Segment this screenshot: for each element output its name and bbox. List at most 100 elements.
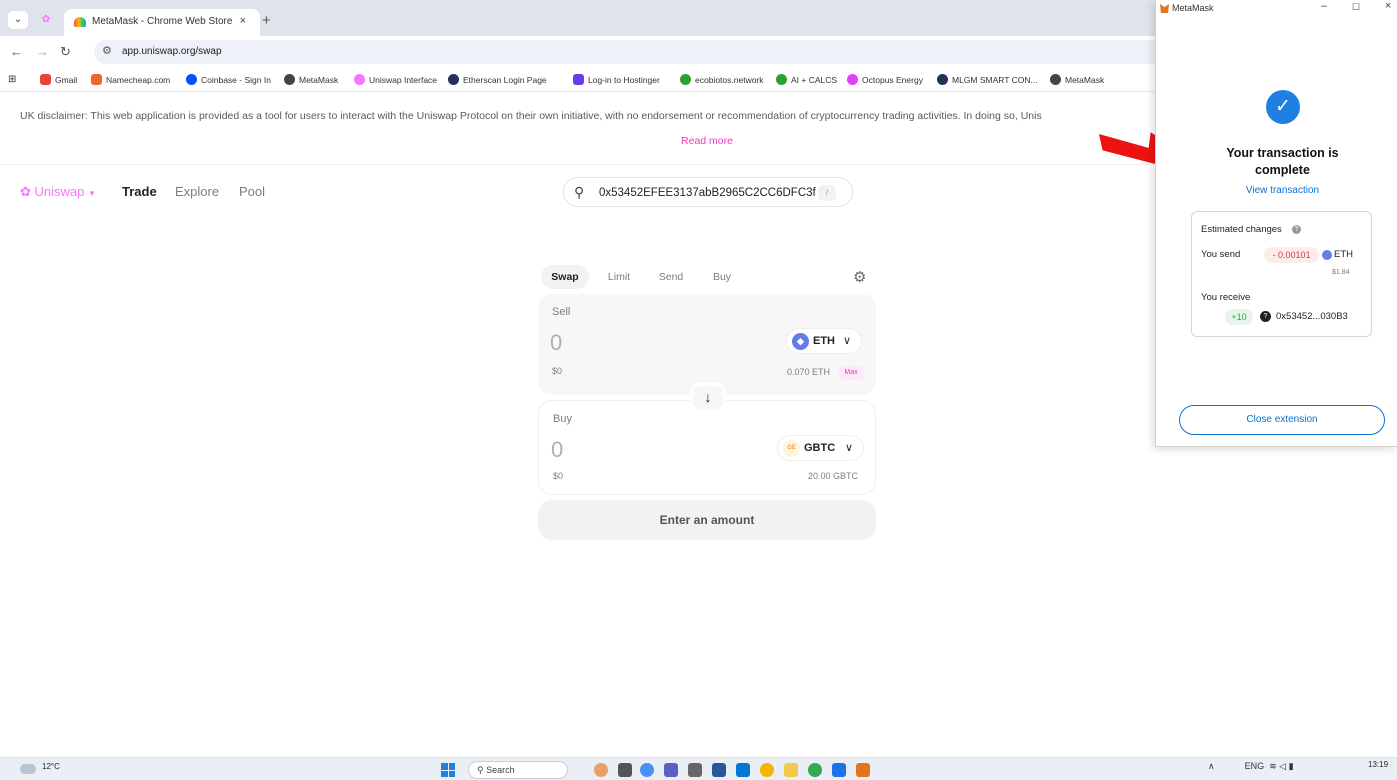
uniswap-tab-icon[interactable]: ✿ [36,11,56,29]
tab-search-dropdown-icon[interactable]: ⌄ [8,11,28,29]
outlook-icon[interactable] [736,763,750,777]
hostinger-icon [573,74,584,85]
view-transaction-link[interactable]: View transaction [1156,185,1397,196]
nav-pool[interactable]: Pool [239,184,265,199]
estimated-changes-title: Estimated changes [1201,224,1282,235]
sell-amount-input[interactable]: 0 [550,330,562,356]
search-icon: ⚲ [574,184,585,200]
ethereum-icon: ◆ [792,333,809,350]
gbtc-token-icon: GE [783,440,800,457]
nav-trade[interactable]: Trade [122,184,157,199]
new-tab-button[interactable]: + [262,12,271,29]
bookmark-hostinger[interactable]: Log-in to Hostinger [573,74,660,85]
buy-balance: 20.00 GBTC [808,471,859,481]
token-search-input[interactable]: ⚲ 0x53452EFEE3137abB2965C2CC6DFC3f / [563,177,853,207]
bookmark-namecheap[interactable]: Namecheap.com [91,74,170,85]
buy-token-symbol: GBTC [804,442,836,454]
app-icon-2[interactable] [832,763,846,777]
tab-send[interactable]: Send [652,265,690,289]
minimize-icon[interactable]: – [1321,0,1327,12]
tab-swap[interactable]: Swap [541,265,589,289]
nav-explore[interactable]: Explore [175,184,219,199]
bookmark-etherscan[interactable]: Etherscan Login Page [448,74,547,85]
bookmark-uniswap[interactable]: Uniswap Interface [354,74,437,85]
you-receive-label: You receive [1201,292,1251,303]
maximize-icon[interactable]: ☐ [1352,2,1360,13]
metamask-fox-icon [1160,4,1169,13]
etherscan-icon [448,74,459,85]
search-value[interactable]: 0x53452EFEE3137abB2965C2CC6DFC3f [599,187,816,199]
sell-token-selector[interactable]: ◆ ETH ∨ [786,328,862,354]
clock[interactable]: 13:19 [1368,760,1388,769]
bookmark-gmail[interactable]: Gmail [40,74,77,85]
bookmark-ecobiotos[interactable]: ecobiotos.network [680,74,764,85]
teams-icon[interactable] [664,763,678,777]
uniswap-icon [354,74,365,85]
tab-metamask-store[interactable]: MetaMask - Chrome Web Store × [64,9,260,36]
close-icon[interactable]: × [1385,0,1391,12]
word-icon[interactable] [712,763,726,777]
bookmark-mlgm[interactable]: MLGM SMART CON... [937,74,1038,85]
uk-disclaimer: UK disclaimer: This web application is p… [20,110,1042,122]
leaf-icon [680,74,691,85]
metamask-taskbar-icon[interactable] [856,763,870,777]
shortcut-key-badge: / [818,185,836,201]
globe-icon [284,74,295,85]
apps-grid-icon[interactable]: ⊞ [8,74,16,85]
reload-icon[interactable]: ↻ [60,44,71,60]
buy-token-selector[interactable]: GE GBTC ∨ [777,435,864,461]
file-explorer-icon[interactable] [784,763,798,777]
metamask-window-title: MetaMask [1172,3,1214,13]
task-view-icon[interactable] [618,763,632,777]
copilot-icon[interactable] [594,763,608,777]
metamask-titlebar: MetaMask – ☐ × [1156,0,1397,18]
taskbar-search[interactable]: ⚲ Search [468,761,568,779]
bookmark-octopus[interactable]: Octopus Energy [847,74,923,85]
sell-label: Sell [552,306,571,318]
info-icon[interactable]: ? [1292,225,1301,234]
buy-amount-input[interactable]: 0 [551,437,563,463]
gear-icon[interactable]: ⚙ [853,268,866,286]
estimated-changes-box: Estimated changes ? You send - 0.00101 E… [1191,211,1372,337]
max-button[interactable]: Max [838,366,864,380]
language-indicator[interactable]: ENG [1245,761,1265,771]
wifi-volume-battery-icons[interactable]: ≋ ◁ ▮ [1269,761,1293,771]
bookmark-metamask[interactable]: MetaMask [284,74,338,85]
tab-limit[interactable]: Limit [600,265,638,289]
chrome-icon[interactable] [808,763,822,777]
transaction-complete-heading: Your transaction is complete [1226,146,1339,177]
chevron-down-icon: ∨ [844,442,853,454]
unknown-token-icon: ? [1260,311,1271,322]
bookmark-metamask-2[interactable]: MetaMask [1050,74,1104,85]
close-extension-button[interactable]: Close extension [1179,405,1385,435]
system-tray[interactable]: ∧ ENG ≋ ◁ ▮ [1208,761,1294,772]
edge-icon[interactable] [640,763,654,777]
back-icon[interactable]: ← [10,44,23,59]
windows-start-icon[interactable] [441,763,455,777]
metamask-popup: MetaMask – ☐ × ✓ Your transaction is com… [1155,0,1397,447]
app-icon[interactable] [760,763,774,777]
address-bar[interactable]: ⚙ app.uniswap.org/swap [94,40,1214,64]
sell-panel: Sell 0 $0 ◆ ETH ∨ 0.070 ETH [538,294,876,395]
buy-panel: Buy 0 $0 GE GBTC ∨ 20.00 GBTC [538,400,876,495]
tab-close-icon[interactable]: × [240,15,246,27]
leaf-icon [776,74,787,85]
receive-amount-badge: +10 [1225,309,1253,325]
cloud-icon[interactable] [20,764,36,774]
bookmark-coinbase[interactable]: Coinbase - Sign In [186,74,271,85]
store-icon[interactable] [688,763,702,777]
tab-title: MetaMask - Chrome Web Store [92,16,233,27]
forward-icon[interactable]: → [36,44,49,59]
send-amount-badge: - 0.00101 [1264,247,1319,263]
bookmark-ai-calcs[interactable]: AI + CALCS [776,74,837,85]
weather-temperature[interactable]: 12°C [42,762,60,771]
namecheap-icon [91,74,102,85]
tab-buy[interactable]: Buy [704,265,740,289]
site-info-icon[interactable]: ⚙ [102,44,112,57]
chevron-up-icon[interactable]: ∧ [1208,761,1215,771]
buy-label: Buy [553,413,572,425]
url-text[interactable]: app.uniswap.org/swap [122,46,222,57]
switch-direction-arrow-icon[interactable]: ↓ [690,383,726,413]
uniswap-logo-menu[interactable]: ✿ Uniswap ▼ [20,184,96,200]
ethereum-icon [1322,250,1332,260]
